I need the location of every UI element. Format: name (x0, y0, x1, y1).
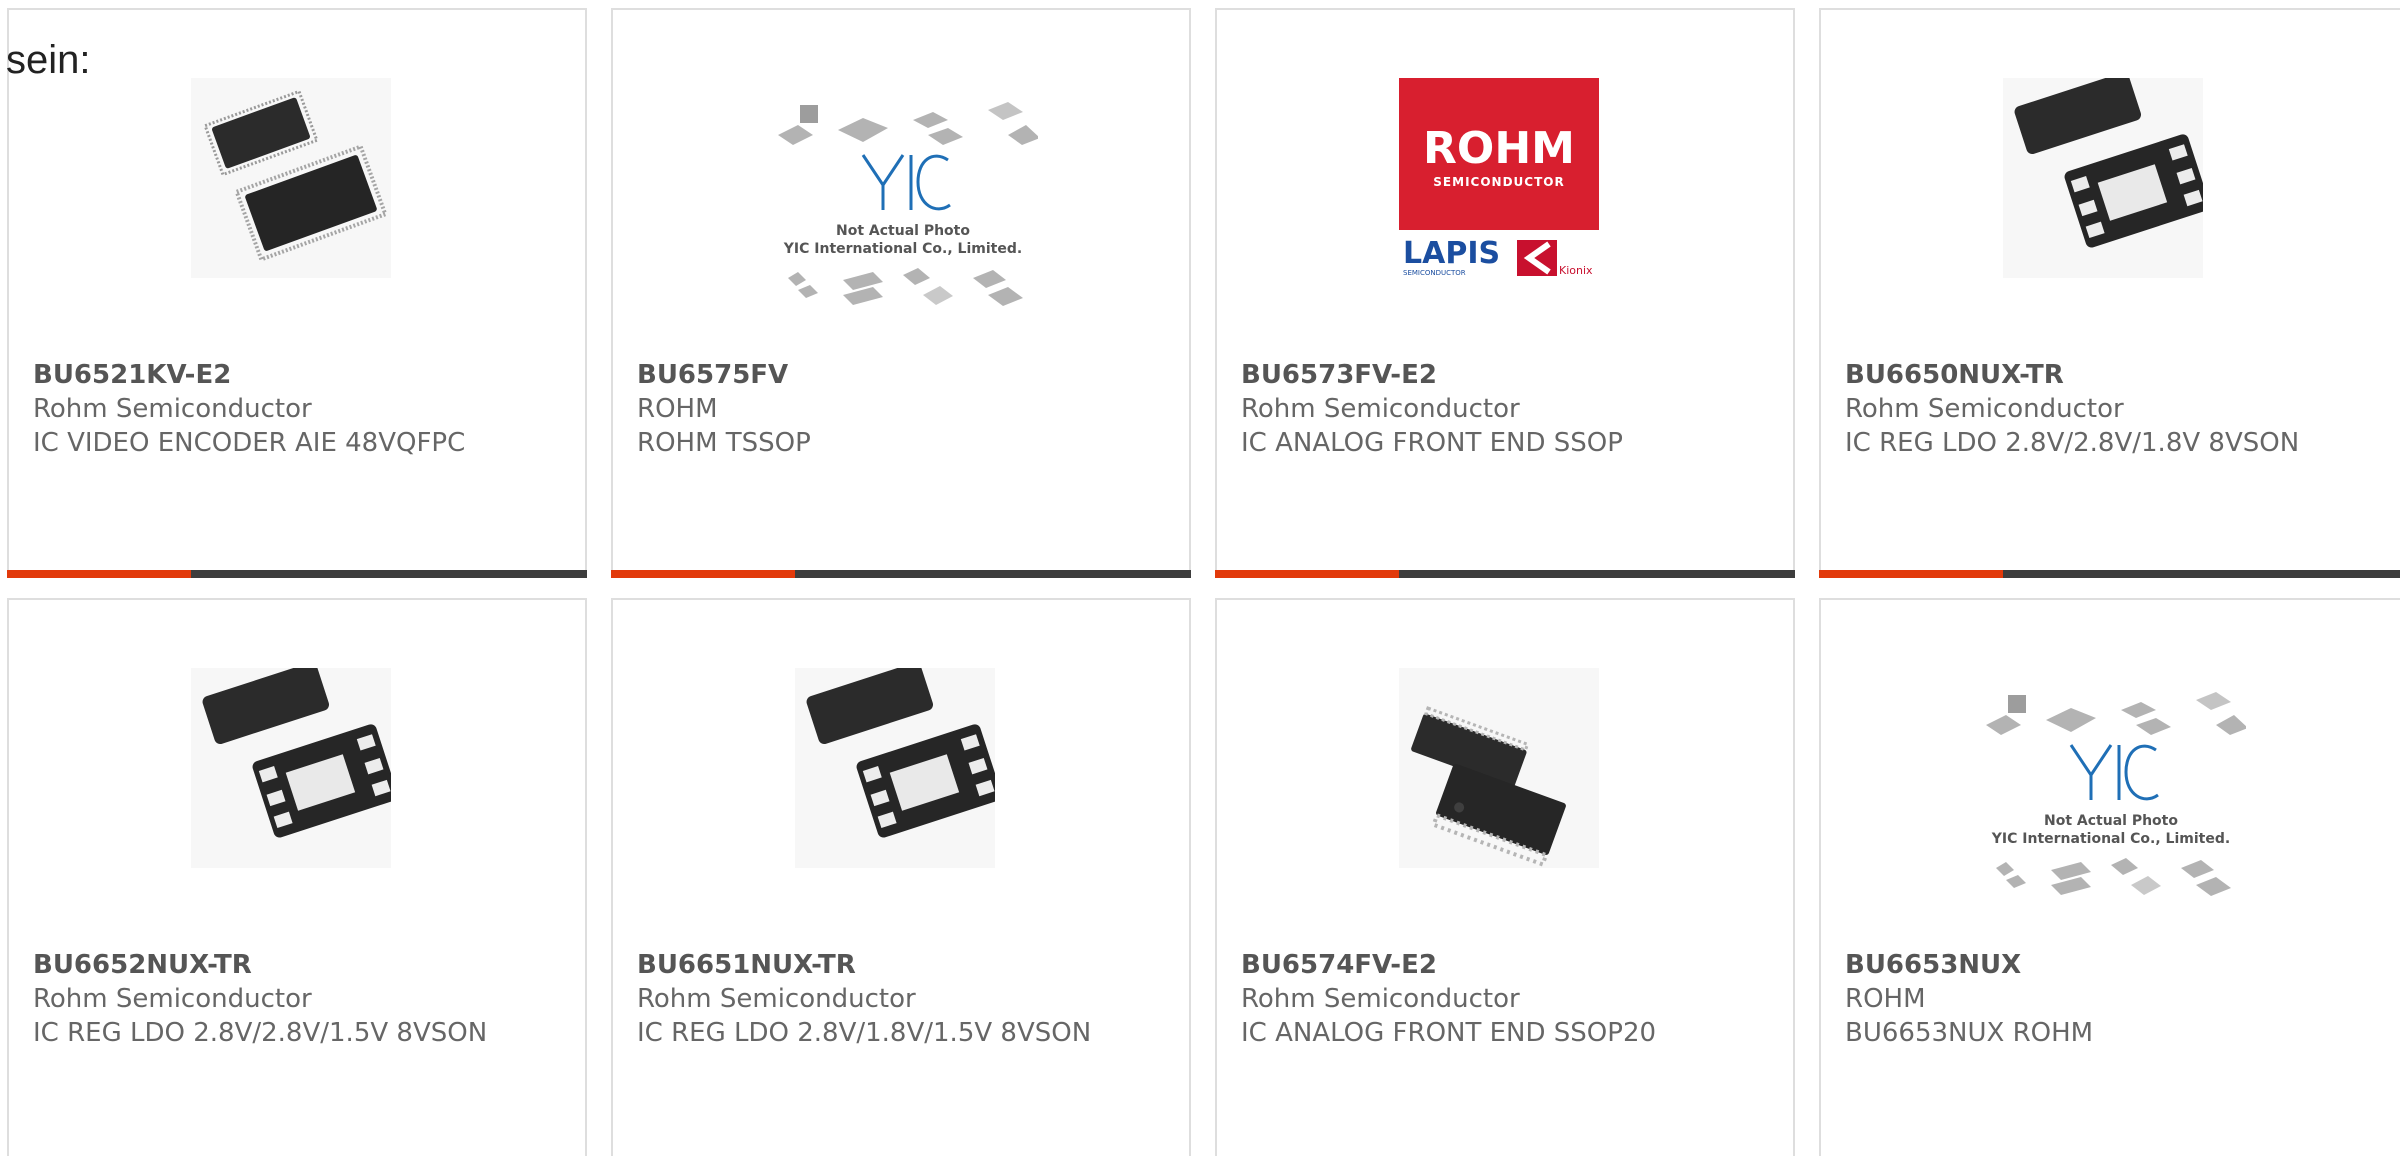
product-card[interactable]: BU6574FV-E2 Rohm Semiconductor IC ANALOG… (1215, 598, 1795, 1156)
manufacturer: Rohm Semiconductor (33, 394, 312, 424)
product-image (795, 662, 1002, 868)
product-card[interactable]: BU6652NUX-TR Rohm Semiconductor IC REG L… (7, 598, 587, 1156)
rohm-logo: ROHM SEMICONDUCTOR LAPIS SEMICONDUCTOR K… (1399, 78, 1599, 277)
part-number[interactable]: BU6652NUX-TR (33, 948, 565, 982)
card-footer-bar (611, 570, 1191, 578)
description: IC ANALOG FRONT END SSOP20 (1241, 1018, 1657, 1048)
manufacturer: ROHM (1845, 984, 1926, 1014)
manufacturer: Rohm Semiconductor (637, 984, 916, 1014)
card-footer-bar (1819, 570, 2400, 578)
manufacturer: ROHM (637, 394, 718, 424)
image-caption-1: Not Actual Photo (836, 223, 970, 239)
part-number[interactable]: BU6653NUX (1845, 948, 2380, 982)
description: IC REG LDO 2.8V/2.8V/1.5V 8VSON (33, 1018, 488, 1048)
logo2-text: LAPIS (1403, 236, 1500, 271)
placeholder-photo-icon: Not Actual Photo YIC International Co., … (1986, 692, 2248, 896)
product-image: ROHM SEMICONDUCTOR LAPIS SEMICONDUCTOR K… (1399, 78, 1599, 278)
logo-text: ROHM (1423, 123, 1575, 174)
product-image (1399, 668, 1599, 868)
part-number[interactable]: BU6573FV-E2 (1241, 358, 1773, 392)
product-image: Not Actual Photo YIC International Co., … (1976, 690, 2248, 930)
product-card[interactable]: Not Actual Photo YIC International Co., … (1819, 598, 2400, 1156)
image-caption-2: YIC International Co., Limited. (1991, 831, 2230, 847)
image-caption-1: Not Actual Photo (2044, 813, 2178, 829)
ssop-package-icon (1399, 668, 1599, 868)
image-caption-2: YIC International Co., Limited. (783, 241, 1022, 257)
logo-subtext: SEMICONDUCTOR (1433, 175, 1564, 189)
vson-package-icon (191, 662, 398, 868)
vson-package-icon (795, 662, 1002, 868)
qfp-package-icon (191, 78, 391, 278)
product-image (191, 78, 391, 278)
product-card[interactable]: ROHM SEMICONDUCTOR LAPIS SEMICONDUCTOR K… (1215, 8, 1795, 578)
card-accent-bar (7, 570, 191, 578)
manufacturer: Rohm Semiconductor (1845, 394, 2124, 424)
product-card[interactable]: BU6650NUX-TR Rohm Semiconductor IC REG L… (1819, 8, 2400, 578)
part-number[interactable]: BU6521KV-E2 (33, 358, 565, 392)
product-image (191, 662, 398, 868)
card-accent-bar (1819, 570, 2003, 578)
manufacturer: Rohm Semiconductor (33, 984, 312, 1014)
description: IC REG LDO 2.8V/1.8V/1.5V 8VSON (637, 1018, 1092, 1048)
logo2-subtext: SEMICONDUCTOR (1403, 269, 1466, 277)
card-accent-bar (1215, 570, 1399, 578)
product-card[interactable]: Not Actual Photo YIC International Co., … (611, 8, 1191, 578)
product-card[interactable]: BU6521KV-E2 Rohm Semiconductor IC VIDEO … (7, 8, 587, 578)
description: BU6653NUX ROHM (1845, 1018, 2094, 1048)
product-image: Not Actual Photo YIC International Co., … (768, 100, 1040, 340)
card-accent-bar (611, 570, 795, 578)
logo3-text: Kionix (1559, 264, 1593, 277)
description: IC ANALOG FRONT END SSOP (1241, 428, 1623, 458)
section-heading: sein: (6, 38, 91, 82)
product-image (2003, 72, 2210, 278)
card-footer-bar (7, 570, 587, 578)
part-number[interactable]: BU6575FV (637, 358, 1169, 392)
description: IC REG LDO 2.8V/2.8V/1.8V 8VSON (1845, 428, 2300, 458)
placeholder-photo-icon: Not Actual Photo YIC International Co., … (778, 102, 1040, 306)
card-footer-bar (1215, 570, 1795, 578)
part-number[interactable]: BU6651NUX-TR (637, 948, 1169, 982)
vson-package-icon (2003, 72, 2210, 278)
description: IC VIDEO ENCODER AIE 48VQFPC (33, 428, 466, 458)
part-number[interactable]: BU6574FV-E2 (1241, 948, 1773, 982)
manufacturer: Rohm Semiconductor (1241, 984, 1520, 1014)
product-card[interactable]: BU6651NUX-TR Rohm Semiconductor IC REG L… (611, 598, 1191, 1156)
manufacturer: Rohm Semiconductor (1241, 394, 1520, 424)
description: ROHM TSSOP (637, 428, 811, 458)
part-number[interactable]: BU6650NUX-TR (1845, 358, 2380, 392)
